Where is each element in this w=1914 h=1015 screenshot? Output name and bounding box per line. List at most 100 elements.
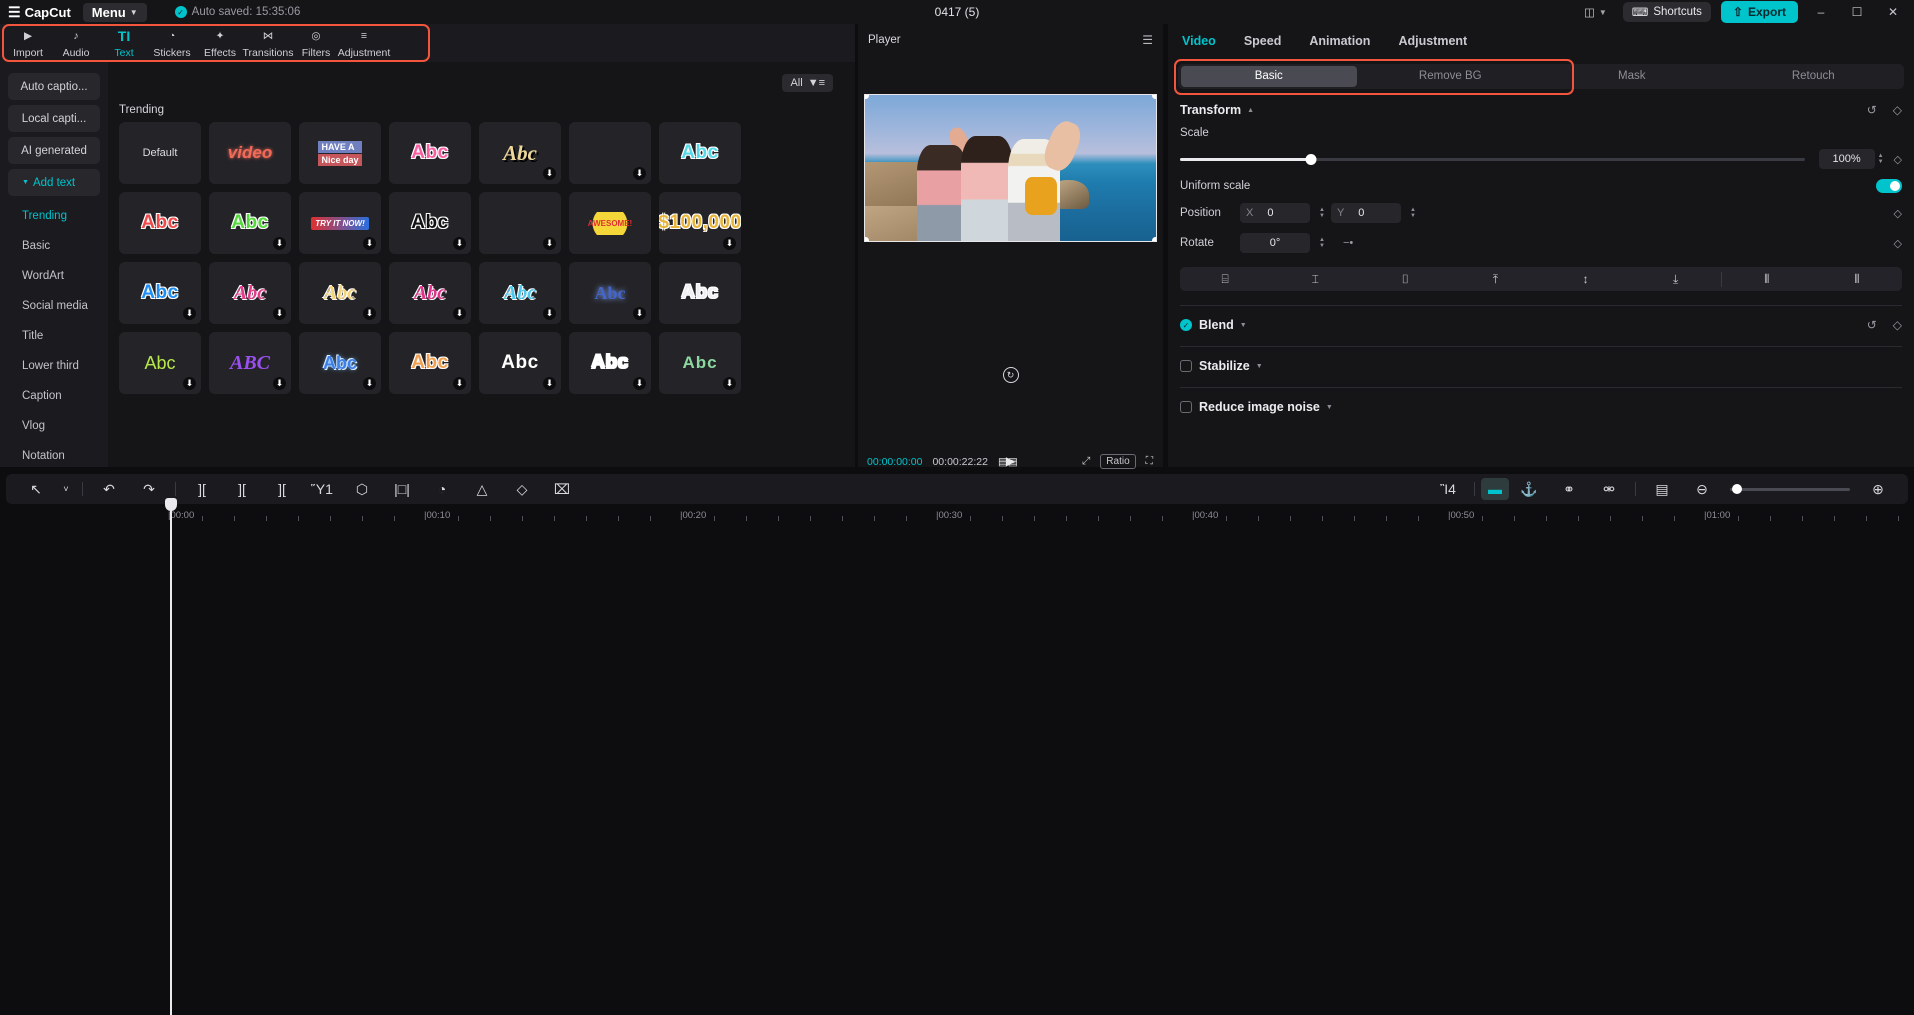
text-template-item[interactable]: Abc⬇ (119, 332, 201, 394)
download-icon[interactable]: ⬇ (183, 377, 196, 390)
text-template-item[interactable]: Abc⬇ (569, 262, 651, 324)
crop-icon[interactable]: ⌧ (542, 481, 582, 498)
download-icon[interactable]: ⬇ (363, 377, 376, 390)
select-tool-icon[interactable]: ↖ (16, 481, 56, 498)
transform-reset-icon[interactable]: ↺ (1867, 103, 1877, 117)
align-right-icon[interactable]: ⌷ (1360, 272, 1450, 287)
download-icon[interactable]: ⬇ (723, 237, 736, 250)
download-icon[interactable]: ⬇ (363, 237, 376, 250)
tool-dropdown-icon[interactable]: ˅ (56, 484, 76, 494)
stabilize-chevron-down-icon[interactable]: ▼ (1256, 363, 1263, 370)
text-template-item[interactable]: Abc⬇ (659, 332, 741, 394)
scale-stepper[interactable]: ▲▼ (1878, 153, 1884, 165)
text-template-item[interactable]: Abc⬇ (389, 192, 471, 254)
export-button[interactable]: ⇧ Export (1721, 1, 1798, 23)
split-right-icon[interactable]: ][ (262, 481, 302, 497)
sidebar-item-trending[interactable]: Trending (0, 201, 108, 231)
nav-item-filters[interactable]: ◎Filters (292, 25, 340, 62)
unlink-icon[interactable]: ⚮ (1589, 481, 1629, 498)
mirror-icon[interactable]: △ (462, 481, 502, 498)
blend-keyframe-icon[interactable]: ◇ (1893, 318, 1902, 332)
position-x-stepper[interactable]: ▲▼ (1319, 207, 1325, 219)
timeline-ruler[interactable]: |00:00|00:10|00:20|00:30|00:40|00:50|01:… (0, 508, 1914, 528)
text-template-item[interactable]: Abc (389, 122, 471, 184)
chevron-up-icon[interactable]: ▲ (1247, 107, 1254, 114)
rotate-input[interactable]: 0° (1240, 233, 1310, 253)
inspector-tab-video[interactable]: Video (1182, 34, 1216, 48)
magnet-icon[interactable]: ⚓ (1509, 481, 1549, 498)
download-icon[interactable]: ⬇ (543, 167, 556, 180)
text-template-item[interactable]: Abc⬇ (299, 262, 381, 324)
transform-handle-br[interactable] (1152, 237, 1157, 242)
position-y-input[interactable]: Y 0 (1331, 203, 1401, 223)
player-play-button[interactable]: ▶ (1006, 454, 1015, 468)
player-ratio-button[interactable]: Ratio (1100, 454, 1135, 469)
player-menu-icon[interactable]: ☰ (1142, 34, 1153, 46)
timeline-zoom-slider[interactable] (1730, 488, 1850, 491)
sidebar-pill-auto-captio-[interactable]: Auto captio... (8, 73, 100, 100)
rotate-keyframe-icon[interactable]: ◇ (1894, 237, 1902, 250)
zoom-out-icon[interactable]: ⊖ (1682, 481, 1722, 498)
split-icon[interactable]: ][ (222, 481, 262, 497)
text-template-item[interactable]: AWESOME! (569, 192, 651, 254)
download-icon[interactable]: ⬇ (633, 167, 646, 180)
inspector-segment-mask[interactable]: Mask (1544, 66, 1720, 87)
reverse-icon[interactable]: ◔ (422, 481, 462, 497)
distribute-h-icon[interactable]: ⫴ (1721, 272, 1812, 287)
timeline-zoom-knob[interactable] (1732, 484, 1742, 494)
undo-icon[interactable]: ↶ (89, 481, 129, 498)
nav-item-import[interactable]: ▶Import (4, 25, 52, 62)
blend-checkbox[interactable]: ✓ (1180, 319, 1192, 331)
filter-all-button[interactable]: All ▼≡ (782, 74, 833, 92)
rotate-dial-icon[interactable]: −• (1343, 237, 1353, 249)
align-top-icon[interactable]: ⤒ (1450, 272, 1540, 287)
stabilize-checkbox[interactable] (1180, 360, 1192, 372)
layout-button[interactable]: ◫ ▼ (1578, 2, 1613, 22)
nav-item-stickers[interactable]: ◔Stickers (148, 25, 196, 62)
sidebar-item-lower-third[interactable]: Lower third (0, 351, 108, 381)
text-template-item[interactable]: TRY IT NOW!⬇ (299, 192, 381, 254)
voiceover-icon[interactable]: Ἲ4 (1428, 481, 1468, 497)
split-left-icon[interactable]: ][ (182, 481, 222, 497)
position-keyframe-icon[interactable]: ◇ (1894, 207, 1902, 220)
noise-checkbox[interactable] (1180, 401, 1192, 413)
scale-slider-knob[interactable] (1306, 154, 1317, 165)
transform-handle-tr[interactable] (1152, 94, 1157, 99)
sidebar-item-wordart[interactable]: WordArt (0, 261, 108, 291)
download-icon[interactable]: ⬇ (453, 237, 466, 250)
auto-cut-icon[interactable]: ▬ (1481, 478, 1509, 500)
text-template-item[interactable]: Abc⬇ (299, 332, 381, 394)
fit-timeline-icon[interactable]: ▤ (1642, 481, 1682, 498)
text-template-item[interactable]: ⬇ (479, 192, 561, 254)
transform-keyframe-icon[interactable]: ◇ (1893, 103, 1902, 117)
sidebar-item-vlog[interactable]: Vlog (0, 411, 108, 441)
rotate-icon[interactable]: ◇ (502, 481, 542, 498)
text-template-item[interactable]: HAVE ANice day (299, 122, 381, 184)
nav-item-audio[interactable]: ♪Audio (52, 25, 100, 62)
download-icon[interactable]: ⬇ (273, 307, 286, 320)
sidebar-item-caption[interactable]: Caption (0, 381, 108, 411)
text-template-item[interactable]: Abc⬇ (389, 262, 471, 324)
text-template-item[interactable]: Abc⬇ (479, 122, 561, 184)
text-template-item[interactable]: Abc (119, 192, 201, 254)
text-template-item[interactable]: $100,000⬇ (659, 192, 741, 254)
text-template-item[interactable]: Abc⬇ (389, 332, 471, 394)
text-template-item[interactable]: ⬇ (569, 122, 651, 184)
download-icon[interactable]: ⬇ (543, 377, 556, 390)
download-icon[interactable]: ⬇ (543, 307, 556, 320)
rotate-stepper[interactable]: ▲▼ (1319, 237, 1325, 249)
player-stage[interactable] (864, 94, 1157, 242)
inspector-segment-retouch[interactable]: Retouch (1726, 66, 1902, 87)
scale-value-input[interactable]: 100% (1819, 149, 1875, 169)
sidebar-item-title[interactable]: Title (0, 321, 108, 351)
download-icon[interactable]: ⬇ (273, 377, 286, 390)
text-template-item[interactable]: ABC⬇ (209, 332, 291, 394)
blend-reset-icon[interactable]: ↺ (1867, 318, 1877, 332)
sidebar-pill-add-text[interactable]: ▼Add text (8, 169, 100, 196)
player-crop-icon[interactable]: ⤢ (1082, 455, 1090, 468)
sidebar-item-notation[interactable]: Notation (0, 441, 108, 471)
scale-slider[interactable] (1180, 158, 1805, 161)
sidebar-item-basic[interactable]: Basic (0, 231, 108, 261)
reset-transform-icon[interactable]: ↻ (1003, 367, 1019, 383)
text-template-item[interactable]: Abc⬇ (119, 262, 201, 324)
